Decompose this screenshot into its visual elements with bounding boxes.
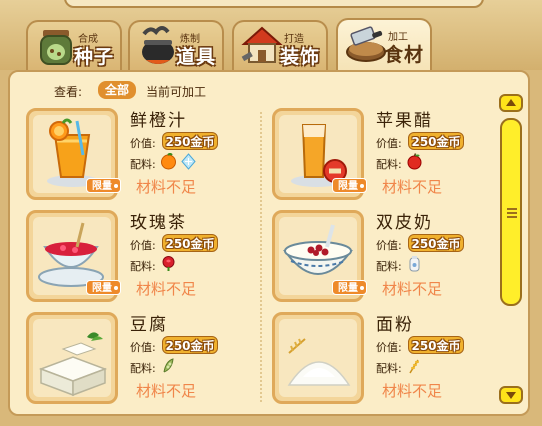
- materials-label: 配料:: [376, 260, 402, 273]
- materials-label: 配料:: [130, 158, 156, 171]
- cutting-board-icon: [346, 26, 386, 62]
- rose-icon: [162, 256, 175, 271]
- materials-row: 配料:: [130, 255, 240, 273]
- recipe-thumb: 限量: [26, 210, 121, 302]
- price-value: 250金币: [162, 336, 218, 354]
- milk-icon: [409, 256, 420, 272]
- apple-icon: [407, 153, 422, 170]
- scroll-track[interactable]: [502, 308, 520, 384]
- recipe-thumb: [272, 312, 364, 404]
- materials-label: 配料:: [130, 260, 156, 273]
- recipe-item-double-skin-milk[interactable]: 限量 双皮奶 价值: 250金币 配料: 材料不足: [266, 208, 496, 304]
- tofu-icon: [38, 332, 108, 397]
- price-label: 价值:: [376, 137, 402, 150]
- filter-all-button[interactable]: 全部: [98, 81, 136, 99]
- price-value: 250金币: [408, 234, 464, 252]
- tab-tools[interactable]: 炼制 道具: [128, 20, 224, 72]
- status-insufficient: 材料不足: [136, 178, 197, 196]
- scrollbar[interactable]: [498, 94, 524, 408]
- scroll-down-button[interactable]: [499, 386, 523, 404]
- recipe-name: 面粉: [376, 315, 414, 335]
- price-value: 250金币: [408, 132, 464, 150]
- wheat-icon: [409, 359, 419, 374]
- materials-row: 配料:: [376, 357, 486, 375]
- price-value: 250金币: [162, 234, 218, 252]
- limited-badge: 限量: [332, 280, 367, 295]
- recipe-thumb: 限量: [272, 210, 367, 302]
- limited-badge: 限量: [86, 280, 121, 295]
- scroll-grip-icon: [507, 208, 517, 220]
- tab-ingredients-label: 食材: [384, 44, 425, 66]
- recipe-name: 豆腐: [130, 315, 168, 335]
- recipe-panel: 查看: 全部 当前可加工 限量 鲜橙汁 价值: 250金币 配料: 材料不足 限…: [8, 70, 530, 416]
- filter-current-button[interactable]: 当前可加工: [146, 83, 206, 100]
- recipe-thumb: [26, 312, 118, 404]
- recipe-name: 双皮奶: [376, 213, 433, 233]
- tab-seeds[interactable]: 合成 种子: [26, 20, 122, 72]
- recipe-thumb: 限量: [26, 108, 121, 200]
- cauldron-icon: [142, 26, 174, 64]
- status-insufficient: 材料不足: [136, 382, 197, 400]
- column-divider: [260, 112, 262, 402]
- tab-ingredients[interactable]: 加工 食材: [336, 18, 432, 74]
- status-insufficient: 材料不足: [382, 178, 443, 196]
- top-hint-bar: [64, 0, 484, 8]
- materials-label: 配料:: [376, 158, 402, 171]
- limited-badge: 限量: [332, 178, 367, 193]
- soybean-icon: [163, 358, 174, 373]
- materials-row: 配料:: [376, 153, 486, 171]
- limited-badge: 限量: [86, 178, 121, 193]
- price-label: 价值:: [376, 341, 402, 354]
- status-insufficient: 材料不足: [382, 382, 443, 400]
- price-label: 价值:: [130, 239, 156, 252]
- filter-label: 查看:: [54, 85, 83, 99]
- materials-row: 配料:: [130, 153, 240, 171]
- orange-icon: [161, 153, 176, 170]
- recipe-item-tofu[interactable]: 豆腐 价值: 250金币 配料: 材料不足: [20, 310, 250, 406]
- ice-icon: [181, 153, 196, 170]
- house-icon: [241, 26, 283, 63]
- recipe-name: 苹果醋: [376, 111, 433, 131]
- recipe-item-rose-tea[interactable]: 限量 玫瑰茶 价值: 250金币 配料: 材料不足: [20, 208, 250, 304]
- arrow-up-icon: [506, 99, 516, 106]
- tab-tools-label: 道具: [176, 46, 217, 68]
- price-label: 价值:: [130, 137, 156, 150]
- materials-label: 配料:: [376, 362, 402, 375]
- recipe-item-orange-juice[interactable]: 限量 鲜橙汁 价值: 250金币 配料: 材料不足: [20, 106, 250, 202]
- recipe-name: 玫瑰茶: [130, 213, 187, 233]
- price-value: 250金币: [162, 132, 218, 150]
- recipe-item-flour[interactable]: 面粉 价值: 250金币 配料: 材料不足: [266, 310, 496, 406]
- arrow-down-icon: [506, 392, 516, 399]
- recipe-name: 鲜橙汁: [130, 111, 187, 131]
- price-label: 价值:: [376, 239, 402, 252]
- tab-seeds-label: 种子: [74, 46, 115, 68]
- tab-decor[interactable]: 打造 装饰: [232, 20, 328, 72]
- flour-icon: [287, 338, 351, 386]
- tab-decor-label: 装饰: [280, 46, 321, 68]
- category-tabs: 合成 种子 炼制 道具 打造 装饰 加工 食材: [0, 14, 542, 74]
- scroll-thumb[interactable]: [500, 118, 522, 306]
- recipe-thumb: 限量: [272, 108, 367, 200]
- status-insufficient: 材料不足: [382, 280, 443, 298]
- materials-label: 配料:: [130, 362, 156, 375]
- seed-jar-icon: [40, 30, 72, 65]
- price-label: 价值:: [130, 341, 156, 354]
- materials-row: 配料:: [130, 357, 240, 375]
- materials-row: 配料:: [376, 255, 486, 273]
- scroll-up-button[interactable]: [499, 94, 523, 112]
- recipe-item-apple-vinegar[interactable]: 限量 苹果醋 价值: 250金币 配料: 材料不足: [266, 106, 496, 202]
- recipe-list: 限量 鲜橙汁 价值: 250金币 配料: 材料不足 限量 苹果醋 价值: 250…: [20, 106, 496, 406]
- price-value: 250金币: [408, 336, 464, 354]
- status-insufficient: 材料不足: [136, 280, 197, 298]
